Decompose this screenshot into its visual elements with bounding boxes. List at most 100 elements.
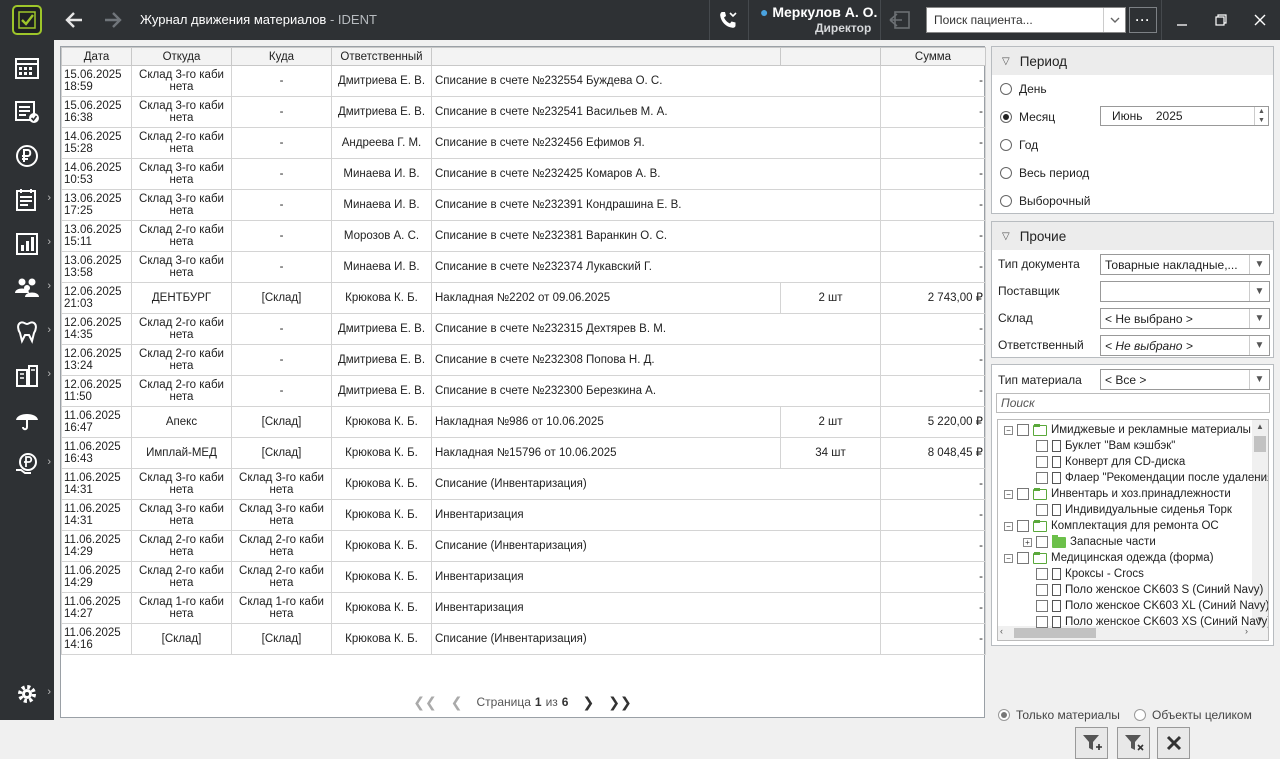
- radio-button-selected[interactable]: [1000, 111, 1012, 123]
- tree-checkbox[interactable]: [1036, 440, 1048, 452]
- collapse-icon[interactable]: −: [1004, 425, 1013, 435]
- table-row[interactable]: 12.06.2025 14:35 Склад 2-го каби нета - Дмит…: [61, 313, 986, 345]
- patient-card-icon[interactable]: [888, 10, 912, 33]
- radio-button[interactable]: [1000, 195, 1012, 207]
- table-row[interactable]: 12.06.2025 13:24 Склад 2-го каби нета - Дмит…: [61, 344, 986, 376]
- tree-checkbox[interactable]: [1036, 472, 1048, 484]
- material-search-input[interactable]: Поиск: [996, 393, 1270, 413]
- sidebar-item-payments[interactable]: ›: [0, 444, 54, 484]
- material-type-select[interactable]: < Все > ▼: [1100, 369, 1270, 390]
- tree-item[interactable]: − Медицинская одежда (форма): [1004, 550, 1214, 566]
- table-row[interactable]: 11.06.2025 16:43 Имплай-МЕД [Склад] Крюкова …: [61, 437, 986, 469]
- sidebar-item-insurance[interactable]: [0, 400, 54, 440]
- phone-icon[interactable]: [718, 10, 738, 33]
- remove-filter-button[interactable]: [1117, 727, 1150, 759]
- collapse-icon[interactable]: −: [1004, 553, 1013, 563]
- table-row[interactable]: 12.06.2025 11:50 Склад 2-го каби нета - Дмит…: [61, 375, 986, 407]
- scroll-up-icon[interactable]: ▲: [1256, 422, 1264, 431]
- collapse-icon[interactable]: −: [1004, 521, 1013, 531]
- sidebar-item-appointments[interactable]: ›: [0, 180, 54, 220]
- period-option-day[interactable]: День: [1000, 82, 1047, 96]
- sidebar-item-settings[interactable]: ›: [0, 674, 54, 714]
- back-arrow-icon[interactable]: [61, 8, 87, 32]
- tree-checkbox[interactable]: [1036, 504, 1048, 516]
- app-logo-icon[interactable]: [12, 5, 42, 35]
- table-row[interactable]: 14.06.2025 15:28 Склад 2-го каби нета - Андр…: [61, 127, 986, 159]
- close-icon[interactable]: [1250, 10, 1270, 30]
- tree-item[interactable]: Буклет "Вам кэшбэк": [1023, 438, 1175, 454]
- tree-item[interactable]: Кроксы - Crocs: [1023, 566, 1144, 582]
- tree-checkbox[interactable]: [1017, 552, 1029, 564]
- table-row[interactable]: 14.06.2025 10:53 Склад 3-го каби нета - Мина…: [61, 158, 986, 190]
- maximize-icon[interactable]: [1211, 10, 1231, 30]
- patient-search-input[interactable]: Поиск пациента...: [926, 7, 1126, 33]
- tree-checkbox[interactable]: [1036, 616, 1048, 628]
- responsible-select[interactable]: < Не выбрано > ▼: [1100, 335, 1270, 356]
- sidebar-item-patients[interactable]: ›: [0, 268, 54, 308]
- column-header-to[interactable]: Куда: [231, 47, 332, 66]
- sidebar-item-dentistry[interactable]: ›: [0, 312, 54, 352]
- forward-arrow-icon[interactable]: [100, 8, 126, 32]
- table-row[interactable]: 11.06.2025 14:27 Склад 1-го каби нета Склад…: [61, 592, 986, 624]
- tree-checkbox[interactable]: [1036, 456, 1048, 468]
- table-row[interactable]: 11.06.2025 14:29 Склад 2-го каби нета Склад…: [61, 530, 986, 562]
- tree-checkbox[interactable]: [1036, 600, 1048, 612]
- other-header[interactable]: ▽ Прочие: [992, 222, 1273, 250]
- column-header-document[interactable]: [431, 47, 781, 66]
- scroll-thumb[interactable]: [1254, 436, 1266, 452]
- period-option-all[interactable]: Весь период: [1000, 166, 1089, 180]
- more-options-button[interactable]: ···: [1129, 7, 1157, 33]
- tree-item[interactable]: Флаер "Рекомендации после удаления": [1023, 470, 1268, 486]
- tree-item[interactable]: + Запасные части: [1023, 534, 1156, 550]
- tree-checkbox[interactable]: [1017, 520, 1029, 532]
- chevron-down-icon[interactable]: [1103, 8, 1125, 32]
- tree-item[interactable]: Поло женское CK603 S (Синий Navy): [1023, 582, 1263, 598]
- warehouse-select[interactable]: < Не выбрано > ▼: [1100, 308, 1270, 329]
- tree-checkbox[interactable]: [1017, 424, 1029, 436]
- column-header-sum[interactable]: Сумма: [880, 47, 986, 66]
- sidebar-item-materials[interactable]: ›: [0, 356, 54, 396]
- tree-item[interactable]: Поло женское CK603 XS (Синий Navy): [1023, 614, 1268, 630]
- tree-checkbox[interactable]: [1036, 584, 1048, 596]
- table-row[interactable]: 11.06.2025 14:31 Склад 3-го каби нета Склад…: [61, 468, 986, 500]
- tree-item[interactable]: − Имиджевые и рекламные материалы: [1004, 422, 1251, 438]
- supplier-select[interactable]: ▼: [1100, 281, 1270, 302]
- tree-item[interactable]: − Комплектация для ремонта ОС: [1004, 518, 1219, 534]
- tree-item[interactable]: − Инвентарь и хоз.принадлежности: [1004, 486, 1231, 502]
- tree-checkbox[interactable]: [1017, 488, 1029, 500]
- period-header[interactable]: ▽ Период: [992, 47, 1273, 75]
- table-row[interactable]: 13.06.2025 13:58 Склад 3-го каби нета - Мина…: [61, 251, 986, 283]
- tree-checkbox[interactable]: [1036, 536, 1048, 548]
- close-filter-button[interactable]: [1157, 727, 1190, 759]
- table-row[interactable]: 13.06.2025 17:25 Склад 3-го каби нета - Мина…: [61, 189, 986, 221]
- table-row[interactable]: 15.06.2025 18:59 Склад 3-го каби нета - Дмит…: [61, 65, 986, 97]
- sidebar-item-schedule[interactable]: [0, 48, 54, 88]
- scroll-left-icon[interactable]: ‹: [1000, 626, 1003, 636]
- sidebar-item-reports[interactable]: ›: [0, 224, 54, 264]
- table-row[interactable]: 12.06.2025 21:03 ДЕНТБУРГ [Склад] Крюкова К.…: [61, 282, 986, 314]
- apply-filter-button[interactable]: [1075, 727, 1108, 759]
- collapse-icon[interactable]: −: [1004, 489, 1013, 499]
- prev-page-icon[interactable]: ❮: [451, 694, 463, 711]
- table-row[interactable]: 11.06.2025 16:47 Апекс [Склад] Крюкова К. Б.…: [61, 406, 986, 438]
- table-row[interactable]: 15.06.2025 16:38 Склад 3-го каби нета - Дмит…: [61, 96, 986, 128]
- expand-icon[interactable]: +: [1023, 537, 1032, 547]
- user-name[interactable]: ● Меркулов А. О.: [760, 4, 877, 20]
- spinner-arrows-icon[interactable]: ▲ ▼: [1254, 107, 1268, 125]
- tree-checkbox[interactable]: [1036, 568, 1048, 580]
- table-row[interactable]: 11.06.2025 14:29 Склад 2-го каби нета Склад…: [61, 561, 986, 593]
- table-row[interactable]: 11.06.2025 14:16 [Склад] [Склад] Крюкова К. …: [61, 623, 986, 655]
- tree-item[interactable]: Индивидуальные сиденья Торк: [1023, 502, 1232, 518]
- radio-button[interactable]: [1000, 83, 1012, 95]
- column-header-date[interactable]: Дата: [61, 47, 132, 66]
- period-option-custom[interactable]: Выборочный: [1000, 194, 1090, 208]
- period-option-month[interactable]: Месяц: [1000, 110, 1055, 124]
- month-spinner[interactable]: Июнь 2025 ▲ ▼: [1100, 106, 1269, 126]
- radio-button-selected[interactable]: [998, 709, 1010, 721]
- tree-item[interactable]: Поло женское CK603 XL (Синий Navy): [1023, 598, 1268, 614]
- radio-button[interactable]: [1000, 139, 1012, 151]
- radio-button[interactable]: [1134, 709, 1146, 721]
- sidebar-item-tasks[interactable]: [0, 92, 54, 132]
- column-header-quantity[interactable]: [780, 47, 881, 66]
- next-page-icon[interactable]: ❯: [582, 694, 594, 711]
